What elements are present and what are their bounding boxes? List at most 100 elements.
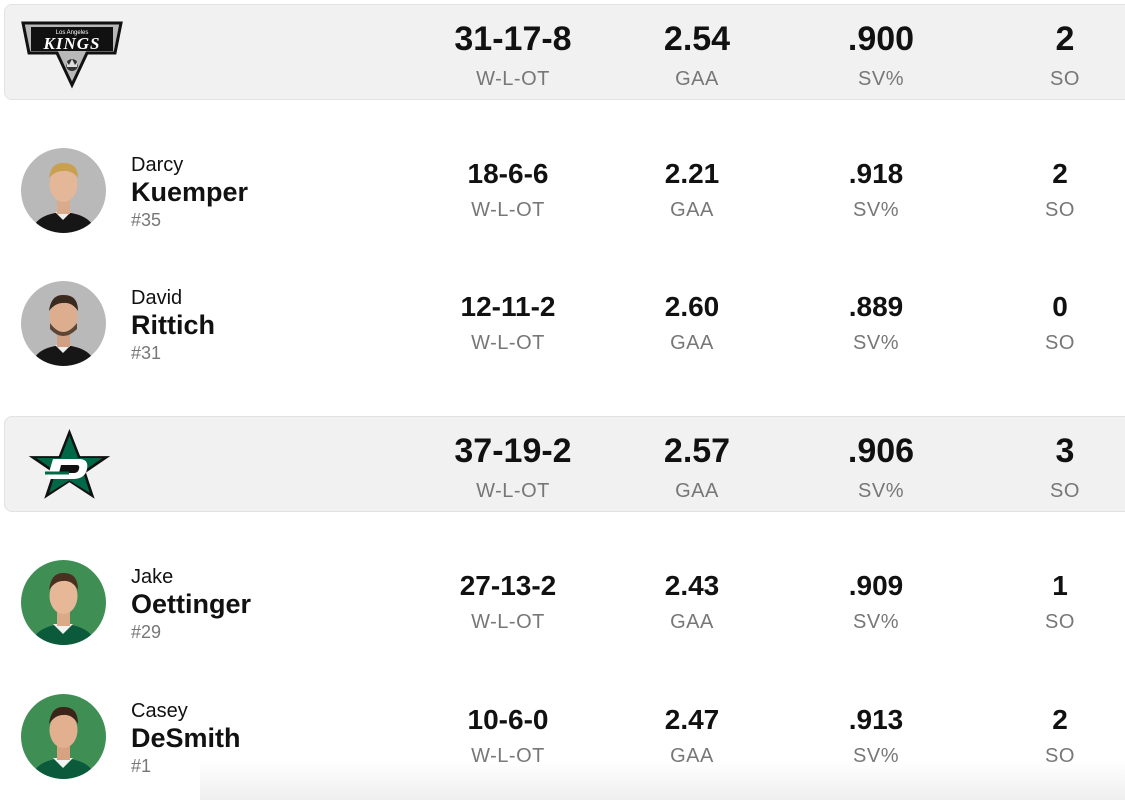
stat-label: GAA xyxy=(675,480,719,502)
player-last-name[interactable]: Kuemper xyxy=(131,176,248,208)
stat-value: 37-19-2 xyxy=(454,432,572,470)
player-name-block: David Rittich #31 xyxy=(131,287,215,365)
stat-value: 0 xyxy=(1052,291,1068,322)
player-row-rittich[interactable]: David Rittich #31 12-11-2 W-L-OT 2.60 GAA … xyxy=(0,267,1125,377)
stat-label: GAA xyxy=(670,745,714,767)
stat-value: 12-11-2 xyxy=(460,291,556,322)
player-stat-save-pct: .918 SV% xyxy=(786,156,966,228)
player-stat-record: 27-13-2 W-L-OT xyxy=(418,568,598,640)
team-row-kings[interactable]: Los Angeles KINGS 31-17-8 W-L-OT 2.54 GAA … xyxy=(4,4,1125,100)
player-name-block: Casey DeSmith #1 xyxy=(131,700,241,778)
player-stat-shutouts: 2 SO xyxy=(970,702,1125,774)
team-stat-save-pct: .906 SV% xyxy=(791,431,971,511)
stat-value: .889 xyxy=(848,291,904,322)
player-stat-gaa: 2.21 GAA xyxy=(602,156,782,228)
player-stat-shutouts: 2 SO xyxy=(970,156,1125,228)
player-stat-shutouts: 1 SO xyxy=(970,568,1125,640)
stat-value: 2 xyxy=(1052,704,1068,735)
stat-label: W-L-OT xyxy=(471,611,545,633)
stat-label: SV% xyxy=(853,332,899,354)
stat-value: 31-17-8 xyxy=(454,20,572,58)
stat-label: SO xyxy=(1045,611,1075,633)
player-stat-gaa: 2.47 GAA xyxy=(602,702,782,774)
player-first-name: David xyxy=(131,287,183,309)
stat-label: GAA xyxy=(670,611,714,633)
stat-label: SO xyxy=(1050,480,1080,502)
stat-value: .913 xyxy=(848,704,904,735)
player-stat-save-pct: .913 SV% xyxy=(786,702,966,774)
stat-value: 10-6-0 xyxy=(467,704,549,735)
team-stat-shutouts: 2 SO xyxy=(975,19,1125,99)
team-stat-gaa: 2.54 GAA xyxy=(607,19,787,99)
stat-value: 1 xyxy=(1052,570,1068,601)
team-stat-record: 37-19-2 W-L-OT xyxy=(423,431,603,511)
team-row-stars[interactable]: 37-19-2 W-L-OT 2.57 GAA .906 SV% 3 SO xyxy=(4,416,1125,512)
stat-value: 2.57 xyxy=(663,432,731,470)
stat-value: .906 xyxy=(847,432,915,470)
team-stat-record: 31-17-8 W-L-OT xyxy=(423,19,603,99)
player-last-name[interactable]: Oettinger xyxy=(131,588,251,620)
la-kings-logo-icon: Los Angeles KINGS xyxy=(17,17,127,89)
stat-label: SV% xyxy=(853,745,899,767)
stat-label: SV% xyxy=(853,611,899,633)
player-name-block: Jake Oettinger #29 xyxy=(131,566,251,644)
player-row-desmith[interactable]: Casey DeSmith #1 10-6-0 W-L-OT 2.47 GAA .9… xyxy=(0,680,1125,790)
stat-value: 2.43 xyxy=(664,570,720,601)
player-avatar xyxy=(21,694,106,779)
player-stat-record: 18-6-6 W-L-OT xyxy=(418,156,598,228)
player-avatar xyxy=(21,281,106,366)
stat-value: 2 xyxy=(1055,20,1075,58)
stat-value: 2.21 xyxy=(664,158,720,189)
team-stat-shutouts: 3 SO xyxy=(975,431,1125,511)
stat-value: 2.60 xyxy=(664,291,720,322)
stat-label: W-L-OT xyxy=(476,480,550,502)
stat-label: GAA xyxy=(670,199,714,221)
stat-label: SO xyxy=(1045,199,1075,221)
stat-value: 18-6-6 xyxy=(467,158,549,189)
stat-label: GAA xyxy=(675,68,719,90)
stat-label: W-L-OT xyxy=(471,332,545,354)
player-first-name: Jake xyxy=(131,566,174,588)
stat-value: 2.47 xyxy=(664,704,720,735)
stat-value: 3 xyxy=(1055,432,1075,470)
player-stat-gaa: 2.60 GAA xyxy=(602,289,782,361)
dallas-stars-logo-icon xyxy=(17,428,127,501)
player-stat-save-pct: .909 SV% xyxy=(786,568,966,640)
player-stat-record: 10-6-0 W-L-OT xyxy=(418,702,598,774)
stat-value: 27-13-2 xyxy=(459,570,557,601)
stat-label: SO xyxy=(1045,332,1075,354)
stat-label: SV% xyxy=(858,480,904,502)
stat-value: 2 xyxy=(1052,158,1068,189)
player-row-oettinger[interactable]: Jake Oettinger #29 27-13-2 W-L-OT 2.43 GAA… xyxy=(0,546,1125,656)
player-name-block: Darcy Kuemper #35 xyxy=(131,154,248,232)
stat-value: .900 xyxy=(847,20,915,58)
logo-text: KINGS xyxy=(43,34,101,53)
stat-value: .909 xyxy=(848,570,904,601)
player-number: #35 xyxy=(131,210,162,230)
stat-label: SO xyxy=(1045,745,1075,767)
stat-label: W-L-OT xyxy=(476,68,550,90)
player-stat-gaa: 2.43 GAA xyxy=(602,568,782,640)
player-number: #29 xyxy=(131,622,162,642)
player-stat-shutouts: 0 SO xyxy=(970,289,1125,361)
player-last-name[interactable]: DeSmith xyxy=(131,722,241,754)
player-first-name: Darcy xyxy=(131,154,184,176)
player-stat-save-pct: .889 SV% xyxy=(786,289,966,361)
team-stat-gaa: 2.57 GAA xyxy=(607,431,787,511)
player-row-kuemper[interactable]: Darcy Kuemper #35 18-6-6 W-L-OT 2.21 GAA .… xyxy=(0,134,1125,244)
player-last-name[interactable]: Rittich xyxy=(131,309,215,341)
player-number: #1 xyxy=(131,756,152,776)
stat-label: SV% xyxy=(853,199,899,221)
stat-label: GAA xyxy=(670,332,714,354)
player-avatar xyxy=(21,148,106,233)
player-first-name: Casey xyxy=(131,700,188,722)
stat-label: SO xyxy=(1050,68,1080,90)
stat-label: SV% xyxy=(858,68,904,90)
stat-value: 2.54 xyxy=(663,20,731,58)
player-number: #31 xyxy=(131,343,162,363)
stat-value: .918 xyxy=(848,158,904,189)
stat-label: W-L-OT xyxy=(471,745,545,767)
player-stat-record: 12-11-2 W-L-OT xyxy=(418,289,598,361)
stat-label: W-L-OT xyxy=(471,199,545,221)
player-avatar xyxy=(21,560,106,645)
